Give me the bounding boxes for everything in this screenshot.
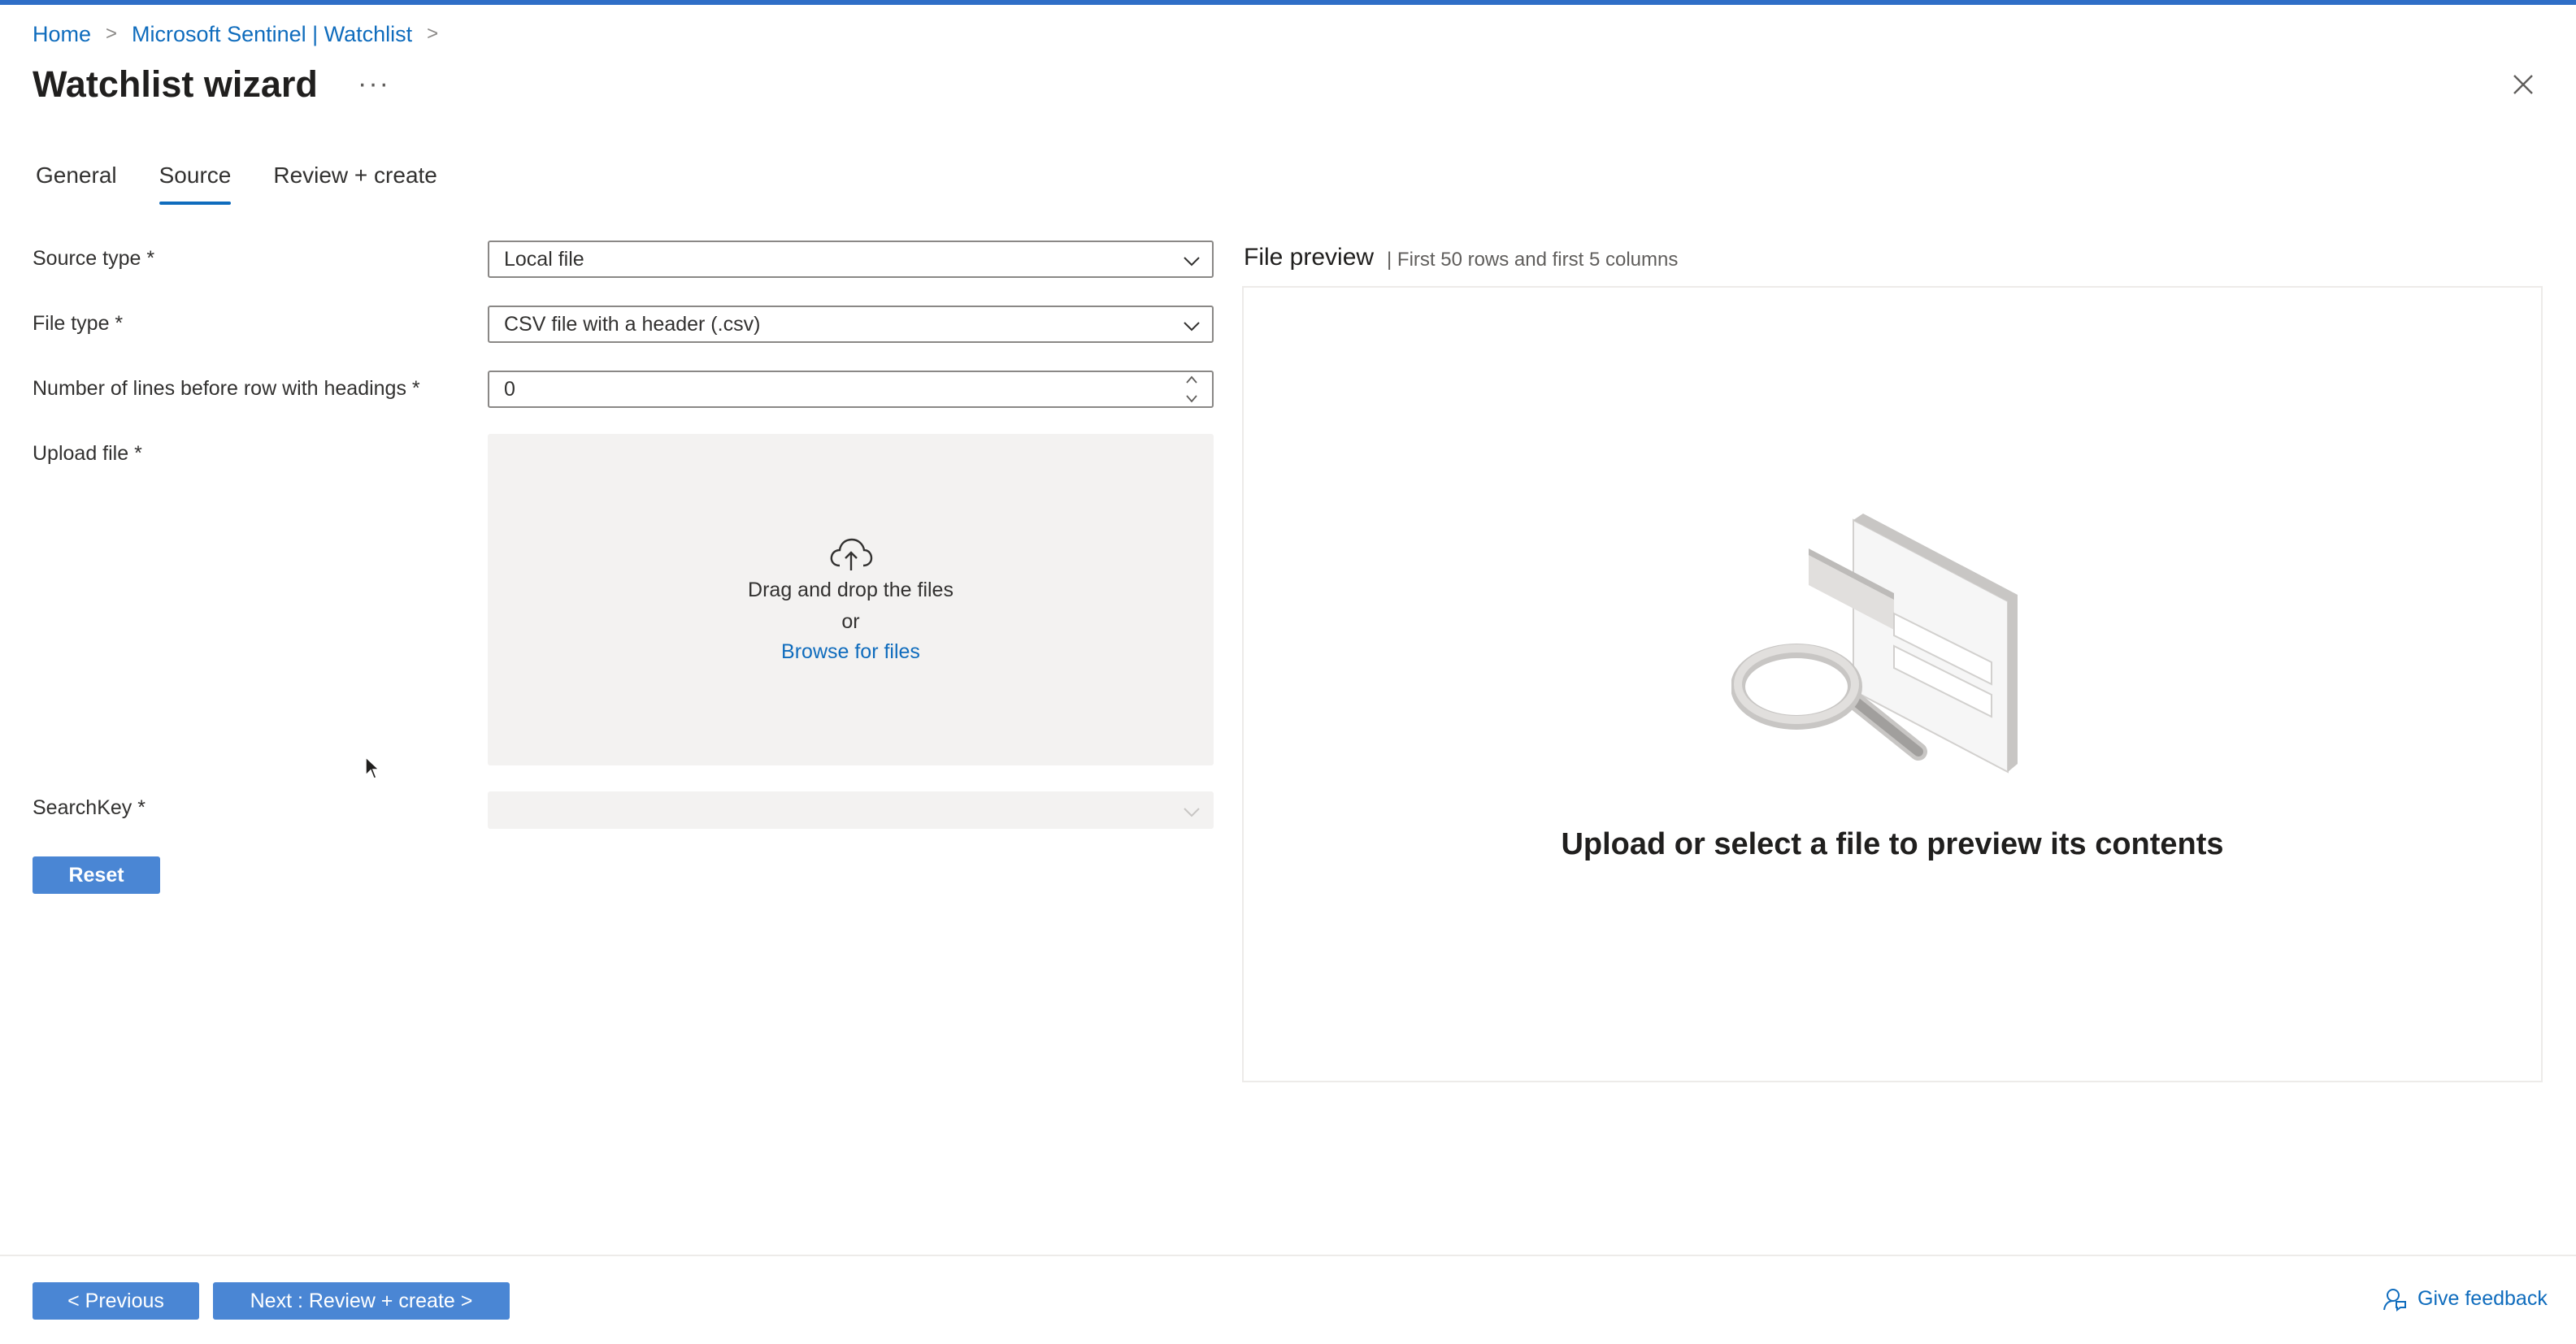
feedback-icon (2383, 1289, 2406, 1311)
tab-general[interactable]: General (36, 163, 117, 205)
page-title: Watchlist wizard (33, 63, 318, 105)
tab-source[interactable]: Source (159, 163, 231, 205)
breadcrumb-sentinel-watchlist[interactable]: Microsoft Sentinel | Watchlist (132, 22, 412, 47)
chevron-down-icon (1184, 322, 1200, 332)
chevron-right-icon: > (427, 23, 439, 45)
next-review-create-button[interactable]: Next : Review + create > (213, 1282, 510, 1320)
lines-before-label: Number of lines before row with headings… (33, 377, 420, 400)
close-icon (2513, 75, 2533, 94)
source-type-value: Local file (504, 247, 584, 271)
file-type-value: CSV file with a header (.csv) (504, 312, 761, 336)
file-preview-title: File preview (1244, 244, 1375, 271)
close-button[interactable] (2507, 68, 2539, 101)
top-accent-bar (0, 0, 2576, 5)
chevron-down-icon (1184, 808, 1200, 817)
source-type-label: Source type * (33, 247, 155, 270)
drag-drop-text: Drag and drop the files (748, 578, 954, 601)
chevron-right-icon: > (106, 23, 118, 45)
search-key-label: SearchKey * (33, 796, 146, 819)
give-feedback-link[interactable]: Give feedback (2382, 1285, 2548, 1311)
file-type-dropdown[interactable]: CSV file with a header (.csv) (488, 306, 1214, 343)
file-type-label: File type * (33, 312, 124, 335)
lines-before-value: 0 (504, 377, 515, 401)
lines-before-input[interactable]: 0 (488, 371, 1214, 408)
previous-button[interactable]: < Previous (33, 1282, 199, 1320)
reset-button[interactable]: Reset (33, 856, 160, 894)
magnifier-illustration (1731, 514, 2018, 774)
give-feedback-label: Give feedback (2417, 1286, 2548, 1310)
search-key-dropdown[interactable] (488, 791, 1214, 829)
spin-down-icon[interactable] (1185, 394, 1198, 404)
breadcrumb: Home > Microsoft Sentinel | Watchlist > (33, 20, 453, 49)
breadcrumb-home[interactable]: Home (33, 22, 91, 47)
cloud-upload-icon (830, 538, 872, 570)
tab-review-create[interactable]: Review + create (273, 163, 437, 205)
file-preview-subtitle: | First 50 rows and first 5 columns (1387, 249, 1679, 271)
more-options-button[interactable]: ··· (358, 68, 390, 100)
upload-file-label: Upload file * (33, 442, 142, 465)
number-spinner[interactable] (1183, 375, 1201, 404)
spin-up-icon[interactable] (1185, 375, 1198, 384)
browse-files-link[interactable]: Browse for files (781, 640, 920, 664)
or-text: or (841, 609, 860, 633)
footer-divider (0, 1255, 2576, 1256)
wizard-tabs: General Source Review + create (36, 163, 437, 205)
chevron-down-icon (1184, 257, 1200, 267)
mouse-cursor-icon (365, 756, 380, 779)
source-type-dropdown[interactable]: Local file (488, 241, 1214, 278)
file-preview-empty-message: Upload or select a file to preview its c… (1561, 827, 2224, 861)
file-dropzone[interactable]: Drag and drop the files or Browse for fi… (488, 434, 1214, 765)
